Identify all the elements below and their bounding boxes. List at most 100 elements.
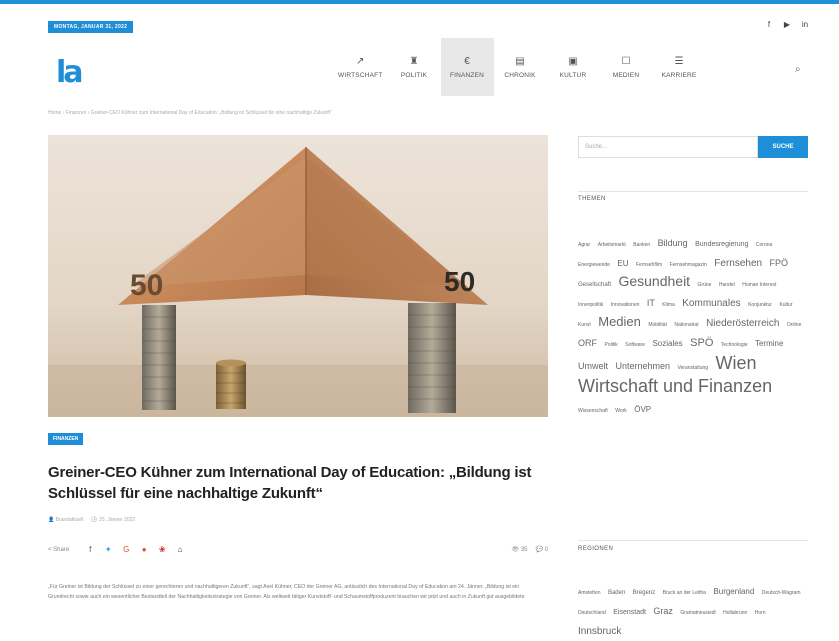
- tag-link[interactable]: SPÖ: [690, 337, 713, 349]
- tag-link[interactable]: Fernsehen: [714, 258, 762, 269]
- tag-link[interactable]: Bundesregierung: [695, 241, 748, 248]
- tag-link[interactable]: Unternehmen: [615, 361, 670, 371]
- tag-link[interactable]: Handel: [719, 282, 735, 288]
- nav-item-chronik[interactable]: ▤ CHRONIK: [494, 38, 547, 96]
- nav-item-label: KULTUR: [559, 71, 587, 79]
- tag-link[interactable]: Hollabrunn: [723, 610, 747, 616]
- nav-karriere-icon: ☰: [674, 55, 684, 67]
- nav-item-medien[interactable]: ☐ MEDIEN: [600, 38, 653, 96]
- sidebar-search-button[interactable]: SUCHE: [758, 136, 808, 158]
- tag-link[interactable]: Technologie: [721, 342, 748, 348]
- linkedin-icon[interactable]: in: [801, 20, 809, 29]
- nav-medien-icon: ☐: [621, 55, 631, 67]
- tag-link[interactable]: Online: [787, 322, 801, 328]
- tag-link[interactable]: Wirtschaft und Finanzen: [578, 376, 772, 396]
- tag-link[interactable]: Innsbruck: [578, 626, 621, 637]
- share-icon-5[interactable]: ⌂: [171, 545, 189, 554]
- tag-link[interactable]: Termine: [755, 339, 783, 348]
- tag-link[interactable]: ORF: [578, 338, 597, 348]
- tag-link[interactable]: Human Interest: [742, 282, 776, 288]
- share-icon-3[interactable]: ●: [135, 545, 153, 554]
- author-link[interactable]: 👤 Brandaktuell: [48, 517, 83, 523]
- tag-link[interactable]: ÖVP: [634, 405, 651, 414]
- tag-link[interactable]: EU: [617, 259, 628, 268]
- tag-link[interactable]: Kultur: [779, 302, 792, 308]
- tag-link[interactable]: Umwelt: [578, 361, 608, 371]
- nav-item-politik[interactable]: ♜ POLITIK: [388, 38, 441, 96]
- money-house-illustration: 50 50: [48, 135, 548, 417]
- tag-link[interactable]: Konjunktur: [748, 302, 772, 308]
- tag-link[interactable]: Soziales: [652, 339, 682, 348]
- tag-link[interactable]: Innenpolitik: [578, 302, 603, 308]
- date-text: 25. Jänner 2022: [99, 517, 136, 523]
- tag-link[interactable]: Agrar: [578, 242, 590, 248]
- tag-link[interactable]: Veranstaltung: [677, 365, 708, 371]
- facebook-icon[interactable]: f: [765, 20, 773, 29]
- tag-link[interactable]: FPÖ: [770, 258, 789, 268]
- tag-link[interactable]: IT: [647, 298, 655, 308]
- main-navigation: ↗ WIRTSCHAFT ♜ POLITIK € FINANZEN ▤ CHRONIK ▣ KUL…: [333, 38, 706, 96]
- sidebar-divider: [578, 191, 808, 192]
- tag-link[interactable]: Innovationen: [611, 302, 640, 308]
- tag-link[interactable]: Bregenz: [633, 590, 655, 596]
- author-name: Brandaktuell: [55, 517, 84, 523]
- tag-link[interactable]: Horn: [755, 610, 766, 616]
- share-icon-1[interactable]: ✦: [99, 545, 117, 554]
- tag-link[interactable]: Bildung: [658, 238, 688, 248]
- tag-link[interactable]: Bruck an der Leitha: [663, 590, 706, 596]
- tag-link[interactable]: Baden: [608, 590, 625, 596]
- category-badge[interactable]: FINANZEN: [48, 433, 84, 445]
- youtube-icon[interactable]: ▶: [783, 20, 791, 29]
- nav-item-label: WIRTSCHAFT: [338, 71, 383, 79]
- nav-kultur-icon: ▣: [568, 55, 578, 67]
- article-meta: 👤 Brandaktuell 🕒 25. Jänner 2022: [48, 517, 135, 523]
- tag-link[interactable]: Niederösterreich: [706, 318, 779, 329]
- share-icons: f ✦ G ● ❀ ⌂: [81, 545, 189, 554]
- tag-link[interactable]: Kommunales: [682, 298, 740, 309]
- tag-link[interactable]: Politik: [604, 342, 617, 348]
- breadcrumb[interactable]: Home › Finanzen › Greiner-CEO Kühner zum…: [48, 110, 332, 116]
- tag-link[interactable]: Fernsehmagazin: [670, 262, 707, 268]
- tag-link[interactable]: Banken: [633, 242, 650, 248]
- nav-item-karriere[interactable]: ☰ KARRIERE: [653, 38, 706, 96]
- nav-item-kultur[interactable]: ▣ KULTUR: [547, 38, 600, 96]
- tag-link[interactable]: Medien: [598, 314, 641, 329]
- tag-link[interactable]: Mobilität: [648, 322, 667, 328]
- share-icon-0[interactable]: f: [81, 545, 99, 554]
- social-links: f ▶ in: [765, 20, 809, 29]
- tag-link[interactable]: Kunst: [578, 322, 591, 328]
- tag-link[interactable]: Fernsehfilm: [636, 262, 662, 268]
- sidebar-divider: [578, 540, 808, 541]
- share-icon-2[interactable]: G: [117, 545, 135, 554]
- nav-item-finanzen[interactable]: € FINANZEN: [440, 38, 494, 96]
- tag-link[interactable]: Nationalrat: [674, 322, 698, 328]
- nav-item-label: FINANZEN: [449, 71, 485, 79]
- comments-counter[interactable]: 💬 0: [536, 546, 548, 553]
- sidebar-search-input[interactable]: Suche...: [578, 136, 758, 158]
- tag-link[interactable]: Graz: [653, 606, 673, 616]
- tag-link[interactable]: Work: [615, 408, 627, 414]
- tag-link[interactable]: Klima: [662, 302, 675, 308]
- tag-link[interactable]: Gesundheit: [618, 273, 690, 289]
- site-logo[interactable]: la: [56, 58, 83, 88]
- tag-link[interactable]: Gramatneusiedl: [680, 610, 715, 616]
- tag-link[interactable]: Burgenland: [713, 587, 754, 596]
- share-icon-4[interactable]: ❀: [153, 545, 171, 554]
- tag-link[interactable]: Corona: [756, 242, 772, 248]
- share-label: < Share: [48, 546, 70, 553]
- tag-link[interactable]: Eisenstadt: [613, 609, 646, 616]
- tag-link[interactable]: Deutsch-Wagram: [762, 590, 801, 596]
- nav-item-label: CHRONIK: [504, 71, 536, 79]
- nav-item-wirtschaft[interactable]: ↗ WIRTSCHAFT: [333, 38, 388, 96]
- nav-chronik-icon: ▤: [515, 55, 525, 67]
- tag-link[interactable]: Energiewende: [578, 262, 610, 268]
- tag-link[interactable]: Wissenschaft: [578, 408, 608, 414]
- tag-link[interactable]: Grüne: [698, 282, 712, 288]
- tag-link[interactable]: Arbeitsmarkt: [598, 242, 626, 248]
- search-icon[interactable]: ⌕: [795, 64, 801, 75]
- tag-link[interactable]: Deutschland: [578, 610, 606, 616]
- tag-link[interactable]: Software: [625, 342, 645, 348]
- tag-link[interactable]: Amstetten: [578, 590, 601, 596]
- tag-link[interactable]: Gesellschaft: [578, 282, 611, 288]
- tag-link[interactable]: Wien: [716, 353, 757, 373]
